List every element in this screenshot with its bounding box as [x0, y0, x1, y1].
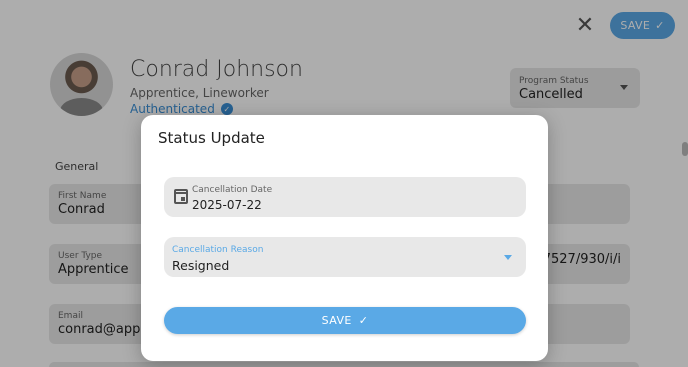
dialog-title: Status Update	[158, 129, 265, 147]
chevron-down-icon	[504, 255, 512, 260]
dialog-save-label: SAVE	[321, 314, 352, 327]
status-update-dialog: Status Update Cancellation Date 2025-07-…	[141, 115, 548, 361]
cancellation-reason-select[interactable]: Cancellation Reason Resigned	[164, 237, 526, 277]
dialog-save-button[interactable]: SAVE ✓	[164, 307, 526, 334]
check-icon: ✓	[358, 314, 369, 327]
cancellation-date-value: 2025-07-22	[192, 198, 262, 212]
calendar-icon[interactable]	[174, 189, 188, 204]
cancellation-date-label: Cancellation Date	[192, 185, 273, 195]
cancellation-date-field[interactable]: Cancellation Date 2025-07-22	[164, 177, 526, 217]
cancellation-reason-label: Cancellation Reason	[172, 245, 264, 255]
cancellation-reason-value: Resigned	[172, 258, 230, 273]
